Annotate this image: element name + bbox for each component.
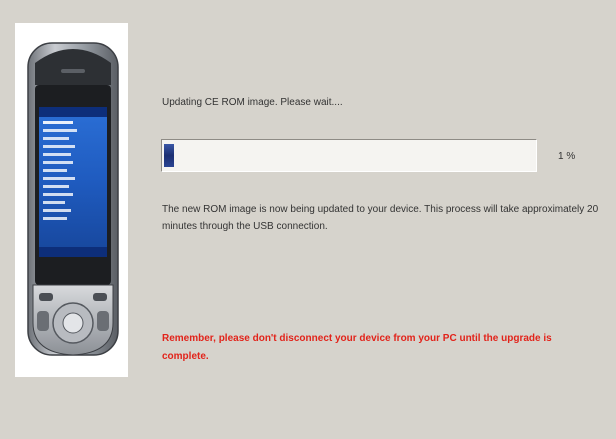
rom-update-window: Updating CE ROM image. Please wait.... 1… bbox=[0, 0, 616, 439]
warning-message: Remember, please don't disconnect your d… bbox=[162, 333, 552, 362]
smartphone-icon bbox=[27, 42, 119, 356]
progress-fill bbox=[164, 144, 174, 167]
info-message: The new ROM image is now being updated t… bbox=[162, 204, 599, 232]
status-message: Updating CE ROM image. Please wait.... bbox=[162, 97, 343, 108]
progress-percent-label: 1 % bbox=[558, 151, 576, 162]
progress-bar bbox=[161, 139, 537, 172]
device-image-panel bbox=[15, 23, 128, 377]
